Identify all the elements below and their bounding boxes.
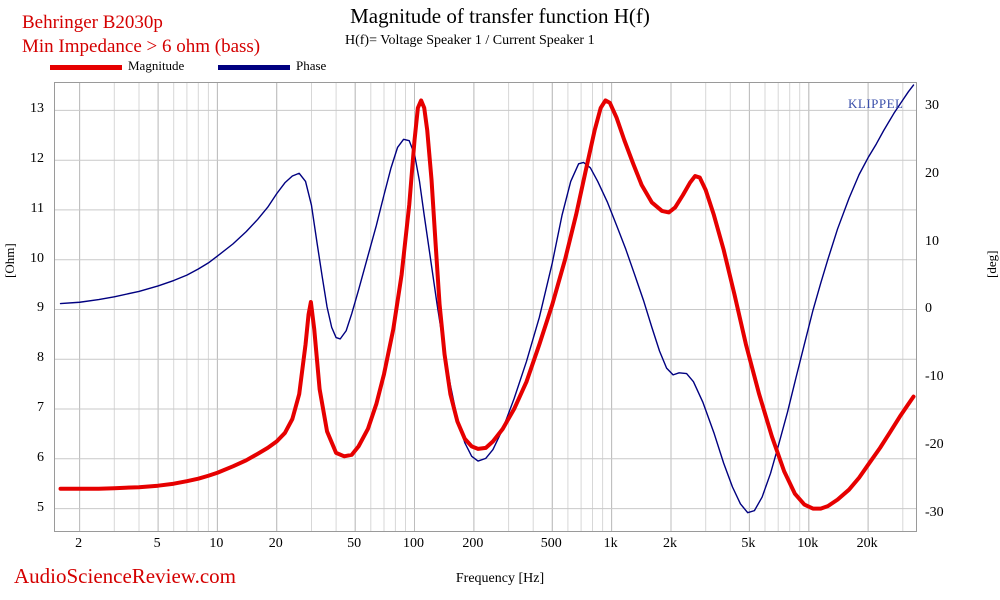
plot-area: [54, 82, 917, 532]
x-tick-label: 200: [462, 536, 484, 551]
y-left-tick-label: 12: [30, 151, 44, 167]
x-tick-label: 100: [403, 536, 425, 551]
y-left-tick-label: 11: [30, 200, 44, 216]
x-tick-label: 2: [75, 536, 83, 551]
legend-label-phase: Phase: [296, 58, 327, 73]
y-left-tick-label: 10: [30, 250, 44, 266]
legend: Magnitude Phase: [50, 58, 470, 78]
legend-swatch-magnitude: [50, 65, 122, 70]
x-tick-label: 10k: [797, 536, 819, 551]
x-tick-label: 5k: [741, 536, 756, 551]
chart-page: Behringer B2030p Min Impedance > 6 ohm (…: [0, 0, 1000, 600]
x-tick-label: 500: [540, 536, 562, 551]
y-left-tick-label: 9: [37, 300, 44, 316]
y-left-tick-label: 6: [37, 449, 44, 465]
chart-subtitle: H(f)= Voltage Speaker 1 / Current Speake…: [345, 33, 595, 48]
y-right-tick-label: 10: [925, 233, 939, 249]
x-tick-label: 20k: [856, 536, 878, 551]
brand-label-line2: Min Impedance > 6 ohm (bass): [22, 36, 261, 57]
y-right-tick-label: 30: [925, 97, 939, 113]
x-tick-label: 5: [153, 536, 161, 551]
x-tick-label: 2k: [662, 536, 677, 551]
y-right-tick-label: -30: [925, 505, 944, 521]
x-tick-label: 10: [209, 536, 224, 551]
y-left-tick-label: 8: [37, 350, 44, 366]
legend-swatch-phase: [218, 65, 290, 70]
page-title: Magnitude of transfer function H(f): [350, 4, 650, 28]
y-left-tick-label: 13: [30, 101, 44, 117]
y-axis-left-label: [Ohm]: [2, 243, 17, 278]
y-right-tick-label: 20: [925, 165, 939, 181]
y-axis-right-label: [deg]: [984, 250, 999, 278]
legend-label-magnitude: Magnitude: [128, 58, 185, 73]
klippel-watermark: KLIPPEL: [848, 96, 904, 111]
y-left-tick-label: 7: [37, 400, 44, 416]
y-right-tick-label: 0: [925, 301, 932, 317]
y-right-tick-label: -10: [925, 369, 944, 385]
chart-canvas: [55, 83, 916, 531]
y-left-tick-label: 5: [37, 499, 44, 515]
site-footer: AudioScienceReview.com: [14, 564, 236, 588]
x-tick-label: 50: [347, 536, 362, 551]
x-tick-label: 20: [268, 536, 283, 551]
y-right-tick-label: -20: [925, 437, 944, 453]
x-tick-label: 1k: [603, 536, 618, 551]
